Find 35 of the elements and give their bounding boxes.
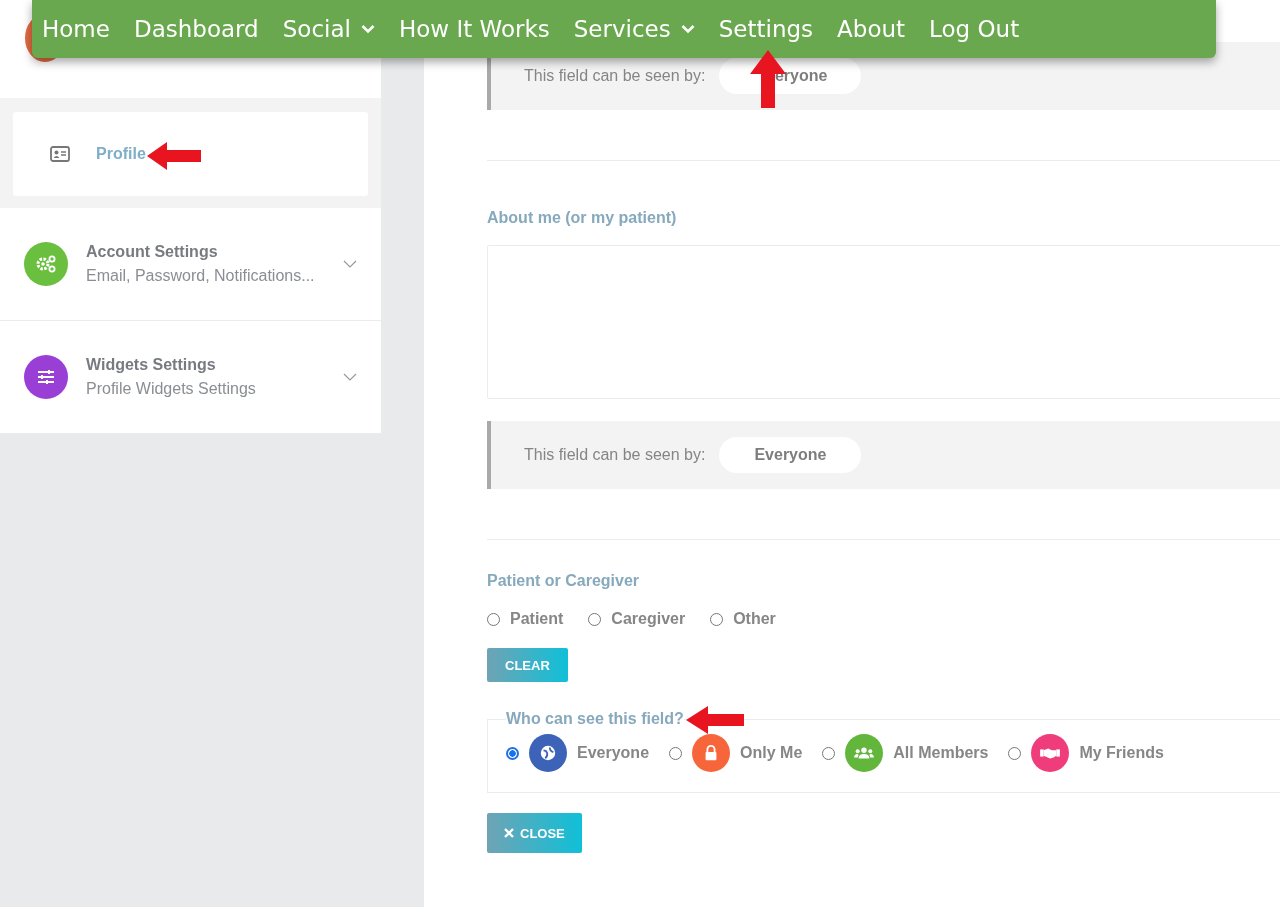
nav-link[interactable]: How It Works: [398, 16, 550, 42]
radio-button[interactable]: [506, 746, 519, 760]
nav-link[interactable]: Settings: [718, 16, 814, 42]
id-card-icon: [50, 146, 70, 162]
close-button[interactable]: CLOSE: [487, 813, 582, 853]
nav-link[interactable]: Log Out: [929, 16, 1020, 42]
nav-link[interactable]: Services: [573, 16, 695, 42]
visibility-label: This field can be seen by:: [524, 446, 706, 464]
clear-button[interactable]: CLEAR: [487, 648, 568, 682]
section-title[interactable]: Widgets Settings: [86, 356, 325, 374]
profile-link[interactable]: Profile: [13, 112, 368, 196]
option-label[interactable]: Only Me: [740, 744, 803, 762]
nav-link[interactable]: Social: [282, 16, 375, 42]
section-subtitle: Profile Widgets Settings: [86, 380, 257, 398]
fieldset-legend: Who can see this field?: [506, 710, 684, 728]
nav-link[interactable]: Dashboard: [133, 16, 259, 42]
radio-label[interactable]: Patient: [510, 610, 564, 628]
radio-label[interactable]: Other: [733, 610, 776, 628]
option-label[interactable]: Everyone: [577, 744, 650, 762]
field-label: About me (or my patient): [487, 209, 678, 227]
field-label: Patient or Caregiver: [487, 572, 641, 590]
chevron-icon[interactable]: [343, 373, 357, 381]
annotation-arrow: [686, 705, 744, 735]
option-label[interactable]: All Members: [893, 744, 989, 762]
visibility-label: This field can be seen by:: [524, 67, 706, 85]
section-title[interactable]: Account Settings: [86, 243, 325, 261]
annotation-arrow: [147, 141, 201, 171]
radio-label[interactable]: Caregiver: [611, 610, 686, 628]
visibility-badge[interactable]: Everyone: [719, 437, 862, 473]
close-icon[interactable]: [504, 828, 514, 838]
chevron-icon[interactable]: [343, 260, 357, 268]
nav-link[interactable]: Home: [42, 16, 110, 42]
section-subtitle: Email, Password, Notifications...: [86, 267, 316, 285]
option-label[interactable]: My Friends: [1079, 744, 1164, 762]
nav-link[interactable]: About: [837, 16, 906, 42]
